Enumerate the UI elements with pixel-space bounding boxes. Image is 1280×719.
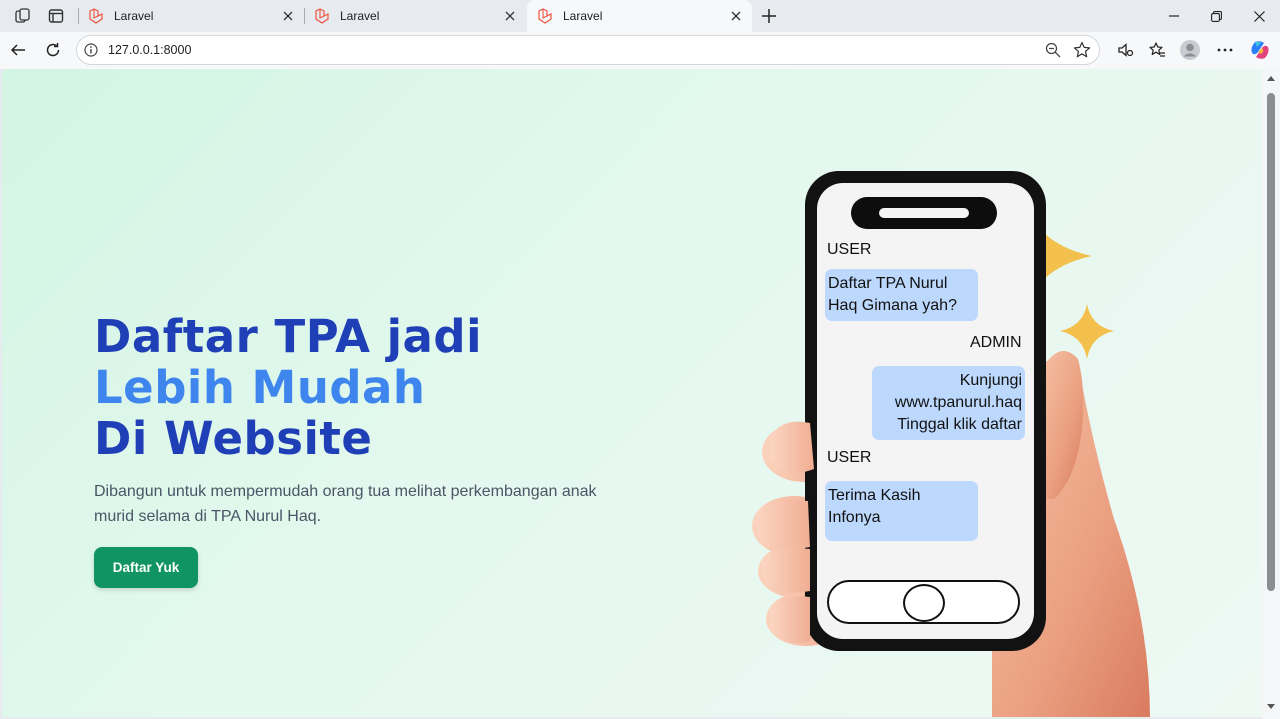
scrollbar-thumb[interactable] (1267, 93, 1275, 591)
browser-toolbar: 127.0.0.1:8000 (0, 32, 1280, 69)
close-icon[interactable] (280, 8, 296, 24)
browser-tab-3-active[interactable]: Laravel (527, 0, 752, 32)
tab-strip: Laravel Laravel Laravel (0, 0, 1280, 32)
more-icon[interactable] (1214, 39, 1236, 61)
restore-icon[interactable] (1206, 6, 1226, 26)
tab-title: Laravel (563, 9, 603, 23)
address-bar[interactable]: 127.0.0.1:8000 (76, 35, 1100, 65)
copilot-icon[interactable] (1249, 39, 1271, 61)
hero-title-line-2: Lebih Mudah (94, 361, 426, 414)
tab-title: Laravel (340, 9, 380, 23)
chat-bubble-admin: Kunjungi www.tpanurul.haq Tinggal klik d… (872, 366, 1025, 440)
hero-description: Dibangun untuk mempermudah orang tua mel… (94, 483, 597, 525)
phone-home-button (903, 584, 945, 622)
browser-tab-2[interactable]: Laravel (304, 0, 526, 32)
url-text[interactable]: 127.0.0.1:8000 (108, 43, 191, 57)
laravel-icon (538, 8, 552, 24)
page-scrollbar[interactable] (1262, 69, 1280, 719)
workspaces-icon[interactable] (12, 5, 34, 27)
chat-sender-user: USER (827, 241, 872, 258)
phone-screen: USER Daftar TPA Nurul Haq Gimana yah? AD… (817, 183, 1034, 639)
close-icon[interactable] (502, 8, 518, 24)
page-viewport: Daftar TPA jadi Lebih Mudah Di Website D… (2, 69, 1262, 717)
daftar-button[interactable]: Daftar Yuk (94, 547, 198, 588)
laravel-icon (89, 8, 103, 24)
tab-actions-icon[interactable] (45, 5, 67, 27)
minimize-icon[interactable] (1164, 6, 1184, 26)
tab-title: Laravel (114, 9, 154, 23)
chat-sender-user: USER (827, 449, 872, 466)
favorite-star-icon[interactable] (1073, 41, 1091, 59)
scroll-up-icon[interactable] (1267, 76, 1275, 81)
phone-home-bar (827, 580, 1020, 624)
hero-title: Daftar TPA jadi Lebih Mudah Di Website (94, 311, 482, 464)
chat-bubble-user: Daftar TPA Nurul Haq Gimana yah? (825, 269, 978, 321)
favorites-icon[interactable] (1146, 39, 1168, 61)
chat-sender-admin: ADMIN (970, 334, 1022, 351)
zoom-icon[interactable] (1045, 42, 1061, 58)
phone-illustration: USER Daftar TPA Nurul Haq Gimana yah? AD… (742, 119, 1162, 717)
site-info-icon[interactable] (83, 42, 99, 58)
refresh-icon[interactable] (42, 39, 64, 61)
chat-bubble-user: Terima Kasih Infonya (825, 481, 978, 541)
profile-icon[interactable] (1179, 39, 1201, 61)
sparkle-small (1060, 304, 1114, 359)
back-icon[interactable] (7, 39, 29, 61)
hero-title-line-3: Di Website (94, 412, 373, 465)
scroll-down-icon[interactable] (1267, 704, 1275, 709)
close-window-icon[interactable] (1249, 6, 1269, 26)
close-icon[interactable] (728, 8, 744, 24)
phone: USER Daftar TPA Nurul Haq Gimana yah? AD… (805, 171, 1046, 651)
laravel-icon (315, 8, 329, 24)
hero-title-line-1: Daftar TPA jadi (94, 310, 483, 363)
browser-tab-1[interactable]: Laravel (78, 0, 304, 32)
read-aloud-icon[interactable] (1114, 39, 1136, 61)
new-tab-icon[interactable] (758, 5, 780, 27)
phone-notch (851, 197, 997, 229)
